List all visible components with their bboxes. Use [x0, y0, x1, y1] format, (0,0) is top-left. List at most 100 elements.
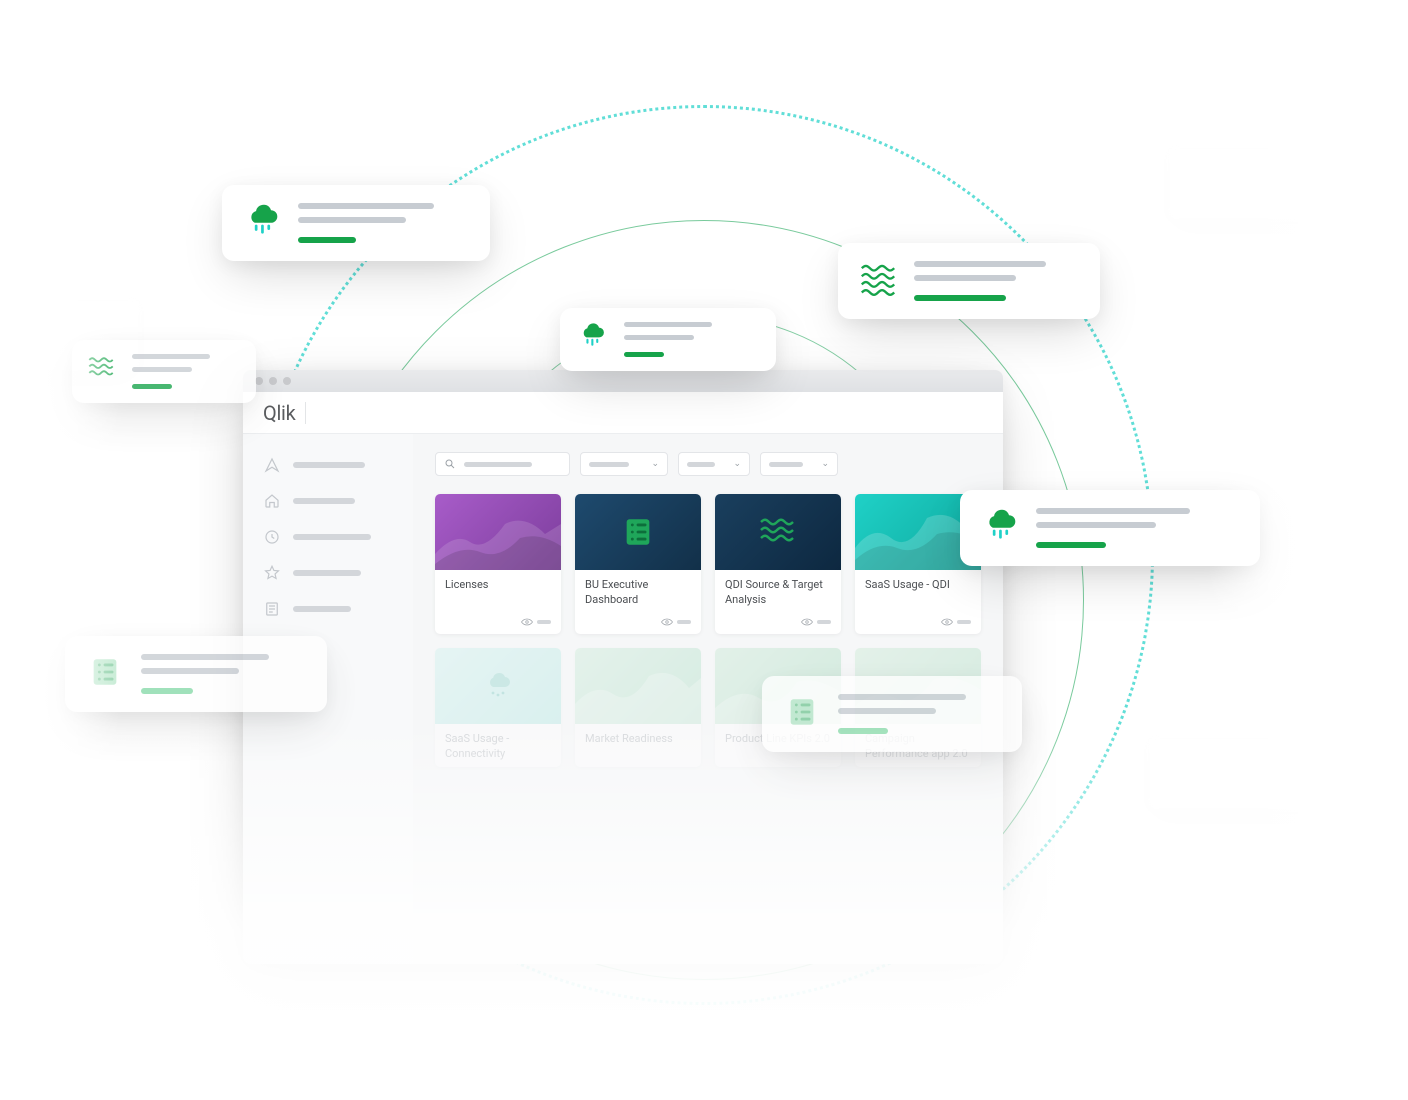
popout-line — [1036, 508, 1190, 514]
popout-line — [141, 668, 239, 674]
chevron-down-icon: ⌄ — [651, 459, 659, 469]
app-header: Qlik — [243, 392, 1003, 434]
search-input[interactable] — [435, 452, 570, 476]
popout-accent-bar — [298, 237, 356, 243]
search-icon — [444, 458, 456, 470]
filter-dropdown-1[interactable]: ⌄ — [580, 452, 668, 476]
app-card-qdi-source-target[interactable]: QDI Source & Target Analysis — [715, 494, 841, 634]
app-card-licenses[interactable]: Licenses — [435, 494, 561, 634]
chevron-down-icon: ⌄ — [733, 459, 741, 469]
card-footer — [435, 614, 561, 634]
home-icon — [263, 492, 281, 510]
cloud-data-icon — [982, 508, 1018, 544]
waves-icon — [88, 354, 114, 380]
eye-icon — [661, 618, 673, 626]
sidebar-item-label — [293, 570, 361, 576]
popout-line — [132, 367, 192, 372]
waves-icon — [760, 518, 796, 546]
filter-label — [687, 462, 715, 467]
explore-icon — [263, 456, 281, 474]
browser-window: Qlik — [243, 370, 1003, 964]
app-title: SaaS Usage - Connectivity — [445, 732, 551, 762]
popout-line — [838, 694, 966, 700]
ghost-popout — [1168, 148, 1368, 220]
popout-waves-2 — [72, 340, 256, 403]
catalog-icon — [263, 600, 281, 618]
eye-icon — [521, 618, 533, 626]
filter-dropdown-2[interactable]: ⌄ — [678, 452, 750, 476]
filter-label — [589, 462, 629, 467]
cloud-data-icon — [578, 322, 606, 350]
footer-meta — [957, 620, 971, 624]
app-card-saas-connectivity[interactable]: SaaS Usage - Connectivity — [435, 648, 561, 768]
app-logo: Qlik — [263, 401, 295, 425]
sidebar-item-home[interactable] — [263, 492, 393, 510]
app-card-bu-executive[interactable]: BU Executive Dashboard — [575, 494, 701, 634]
app-title: Market Readiness — [585, 732, 691, 747]
cloud-rain-icon — [483, 673, 513, 699]
popout-accent-bar — [132, 384, 172, 389]
popout-line — [132, 354, 210, 359]
popout-line — [141, 654, 269, 660]
server-icon — [621, 515, 655, 549]
app-card-market-readiness[interactable]: Market Readiness — [575, 648, 701, 768]
popout-line — [914, 275, 1016, 281]
area-chart-icon — [575, 648, 701, 724]
sidebar-item-label — [293, 498, 355, 504]
eye-icon — [941, 618, 953, 626]
popout-accent-bar — [141, 688, 193, 694]
app-thumbnail — [715, 494, 841, 570]
popout-server-1 — [65, 636, 327, 712]
logo-separator — [305, 402, 306, 424]
filter-dropdown-3[interactable]: ⌄ — [760, 452, 838, 476]
chevron-down-icon: ⌄ — [821, 459, 829, 469]
sidebar-item-label — [293, 462, 365, 468]
app-thumbnail — [435, 648, 561, 724]
browser-title-bar — [243, 370, 1003, 392]
card-footer — [855, 614, 981, 634]
sidebar-item-favorites[interactable] — [263, 564, 393, 582]
filter-label — [769, 462, 803, 467]
clock-icon — [263, 528, 281, 546]
popout-cloud-3 — [960, 490, 1260, 566]
popout-accent-bar — [624, 352, 664, 357]
footer-meta — [677, 620, 691, 624]
cloud-data-icon — [244, 203, 280, 239]
server-icon — [784, 694, 820, 730]
apps-grid: Licenses BU Executive Dashboard — [435, 494, 981, 634]
window-dot — [269, 377, 277, 385]
app-thumbnail — [575, 648, 701, 724]
popout-cloud-1 — [222, 185, 490, 261]
popout-line — [298, 217, 406, 223]
app-title: Licenses — [445, 578, 551, 593]
window-dot — [255, 377, 263, 385]
popout-line — [624, 322, 712, 327]
popout-line — [624, 335, 694, 340]
window-dot — [283, 377, 291, 385]
sidebar-item-catalog[interactable] — [263, 600, 393, 618]
star-icon — [263, 564, 281, 582]
sidebar-item-recent[interactable] — [263, 528, 393, 546]
popout-line — [298, 203, 434, 209]
app-thumbnail — [435, 494, 561, 570]
popout-waves-1 — [838, 243, 1100, 319]
card-footer — [575, 614, 701, 634]
popout-cloud-2 — [560, 308, 776, 371]
footer-meta — [537, 620, 551, 624]
popout-line — [1036, 522, 1156, 528]
sidebar-item-explore[interactable] — [263, 456, 393, 474]
card-footer — [715, 614, 841, 634]
footer-meta — [817, 620, 831, 624]
popout-accent-bar — [838, 728, 888, 734]
app-title: QDI Source & Target Analysis — [725, 578, 831, 608]
popout-accent-bar — [914, 295, 1006, 301]
eye-icon — [801, 618, 813, 626]
popout-accent-bar — [1036, 542, 1106, 548]
app-title: SaaS Usage - QDI — [865, 578, 971, 593]
app-thumbnail — [575, 494, 701, 570]
filter-bar: ⌄ ⌄ ⌄ — [435, 452, 981, 476]
sidebar-item-label — [293, 606, 351, 612]
search-placeholder — [464, 462, 532, 467]
area-chart-icon — [435, 494, 561, 570]
ghost-popout — [1148, 738, 1348, 810]
